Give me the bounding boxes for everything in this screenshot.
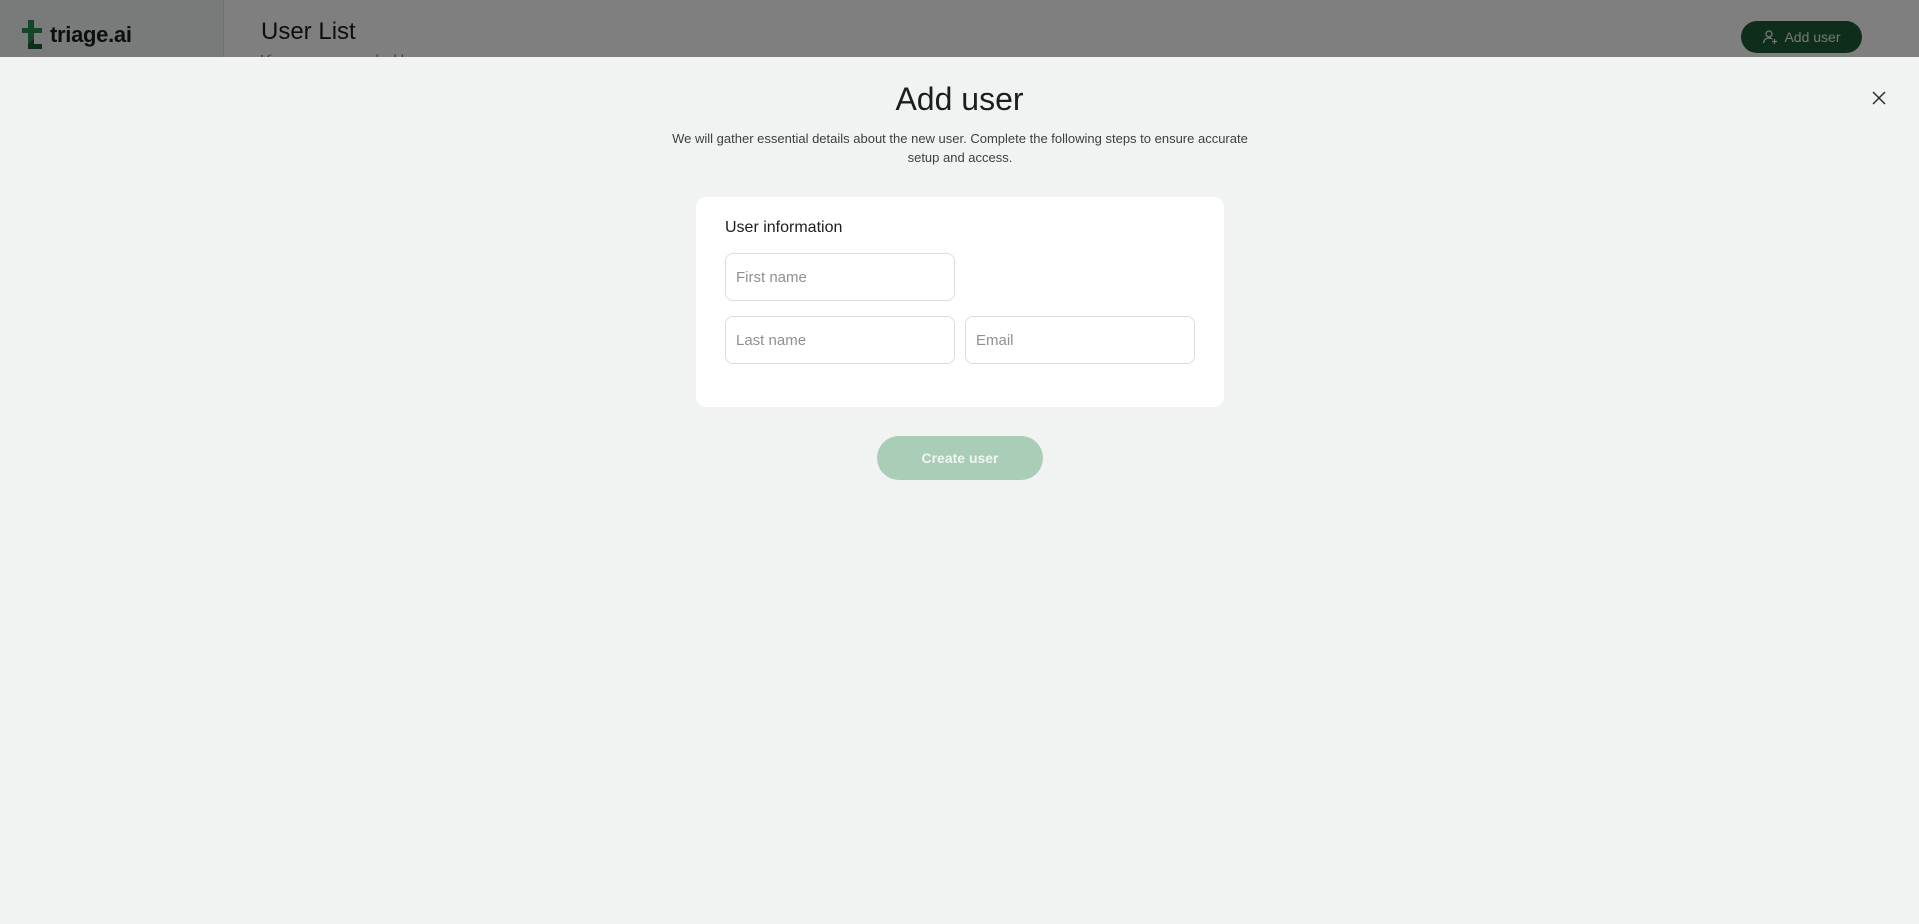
- email-input[interactable]: [965, 316, 1195, 364]
- last-name-input[interactable]: [725, 316, 955, 364]
- first-name-input[interactable]: [725, 253, 955, 301]
- modal-title: Add user: [895, 81, 1024, 117]
- user-information-card: User information: [696, 197, 1224, 407]
- create-user-button[interactable]: Create user: [877, 436, 1043, 480]
- add-user-modal: Add user We will gather essential detail…: [0, 57, 1919, 924]
- section-title: User information: [725, 219, 843, 236]
- modal-description: We will gather essential details about t…: [672, 131, 1248, 165]
